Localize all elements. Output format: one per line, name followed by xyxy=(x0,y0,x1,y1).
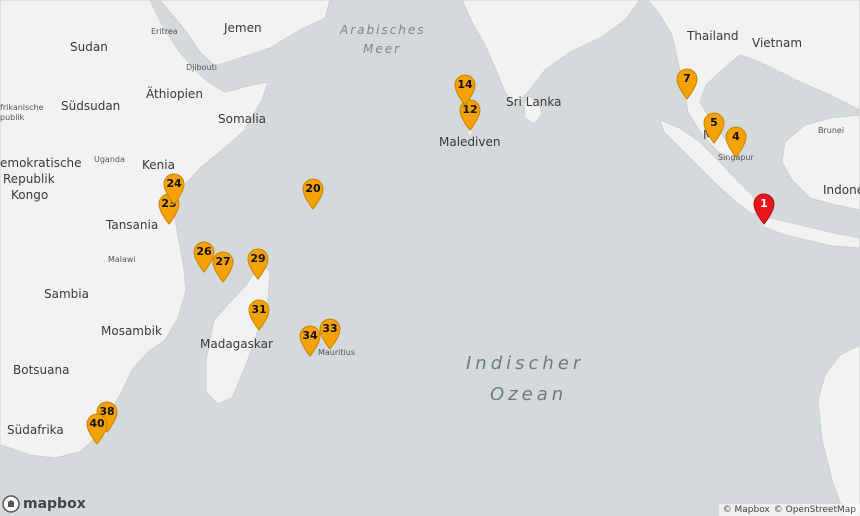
attribution-mapbox-link[interactable]: © Mapbox xyxy=(723,505,770,515)
map-marker-27[interactable]: 27 xyxy=(211,251,235,283)
marker-label: 27 xyxy=(215,255,231,268)
map-canvas[interactable]: Sudan Eritrea Jemen Djibouti Südsudan Ät… xyxy=(0,0,860,516)
map-marker-1[interactable]: 1 xyxy=(752,193,776,225)
marker-label: 29 xyxy=(250,252,266,265)
attribution-osm-link[interactable]: © OpenStreetMap xyxy=(774,505,856,515)
marker-label: 14 xyxy=(457,78,473,91)
marker-label: 31 xyxy=(251,303,267,316)
mapbox-logo-text: mapbox xyxy=(23,496,86,512)
map-marker-24[interactable]: 24 xyxy=(162,173,186,205)
mapbox-logo-icon xyxy=(2,495,20,513)
map-marker-4[interactable]: 4 xyxy=(724,126,748,158)
marker-label: 24 xyxy=(166,177,182,190)
marker-label: 20 xyxy=(305,182,321,195)
marker-label: 34 xyxy=(302,329,318,342)
mapbox-logo[interactable]: mapbox xyxy=(2,495,86,513)
map-marker-5[interactable]: 5 xyxy=(702,112,726,144)
map-attribution: © Mapbox © OpenStreetMap xyxy=(718,504,860,516)
map-marker-34[interactable]: 34 xyxy=(298,325,322,357)
marker-label: 4 xyxy=(732,130,740,143)
marker-label: 5 xyxy=(710,116,718,129)
map-marker-7[interactable]: 7 xyxy=(675,68,699,100)
map-marker-40[interactable]: 40 xyxy=(85,413,109,445)
marker-label: 40 xyxy=(89,417,105,430)
map-marker-20[interactable]: 20 xyxy=(301,178,325,210)
map-marker-29[interactable]: 29 xyxy=(246,248,270,280)
map-marker-31[interactable]: 31 xyxy=(247,299,271,331)
marker-label: 7 xyxy=(683,72,691,85)
map-marker-14[interactable]: 14 xyxy=(453,74,477,106)
map-base-layer xyxy=(0,0,860,516)
marker-label: 1 xyxy=(760,197,768,210)
